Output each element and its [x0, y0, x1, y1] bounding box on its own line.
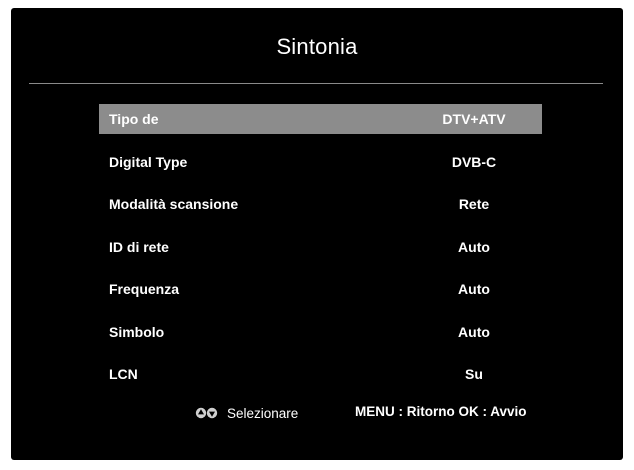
title-divider — [29, 83, 603, 84]
row-label: Simbolo — [109, 323, 165, 340]
row-value: Auto — [458, 281, 490, 297]
row-value: Rete — [458, 196, 490, 212]
menu-row-digital-type[interactable]: Digital Type DVB-C — [99, 147, 542, 177]
tv-screen: Sintonia Tipo de DTV+ATV Digital Type DV… — [11, 8, 623, 460]
menu-row-simbolo[interactable]: Simbolo Auto — [99, 317, 542, 347]
row-value: DTV+ATV — [442, 111, 506, 127]
row-value: DVB-C — [451, 153, 497, 170]
menu-title: Sintonia — [276, 34, 358, 59]
select-label: Selezionare — [227, 406, 299, 421]
up-down-arrows-icon — [195, 407, 218, 419]
row-value: Su — [465, 366, 483, 382]
menu-row-modalita-scansione[interactable]: Modalità scansione Rete — [99, 189, 542, 219]
row-label: ID di rete — [109, 238, 169, 255]
footer-help-bar: Selezionare MENU : Ritorno OK : Avvio — [11, 402, 623, 424]
row-label: Digital Type — [109, 153, 188, 170]
menu-row-tipo-de[interactable]: Tipo de DTV+ATV — [99, 104, 542, 134]
menu-ok-hint: MENU : Ritorno OK : Avvio — [355, 404, 527, 419]
menu-row-lcn[interactable]: LCN Su — [99, 359, 542, 389]
row-label: Tipo de — [109, 111, 159, 127]
menu-row-frequenza[interactable]: Frequenza Auto — [99, 274, 542, 304]
row-label: LCN — [109, 366, 138, 382]
row-label: Modalità scansione — [109, 196, 239, 212]
menu-row-id-di-rete[interactable]: ID di rete Auto — [99, 232, 542, 262]
row-label: Frequenza — [109, 281, 180, 297]
settings-menu: Tipo de DTV+ATV Digital Type DVB-C Modal… — [99, 104, 542, 402]
select-hint: Selezionare — [195, 406, 298, 421]
row-value: Auto — [458, 238, 490, 255]
row-value: Auto — [458, 323, 490, 340]
